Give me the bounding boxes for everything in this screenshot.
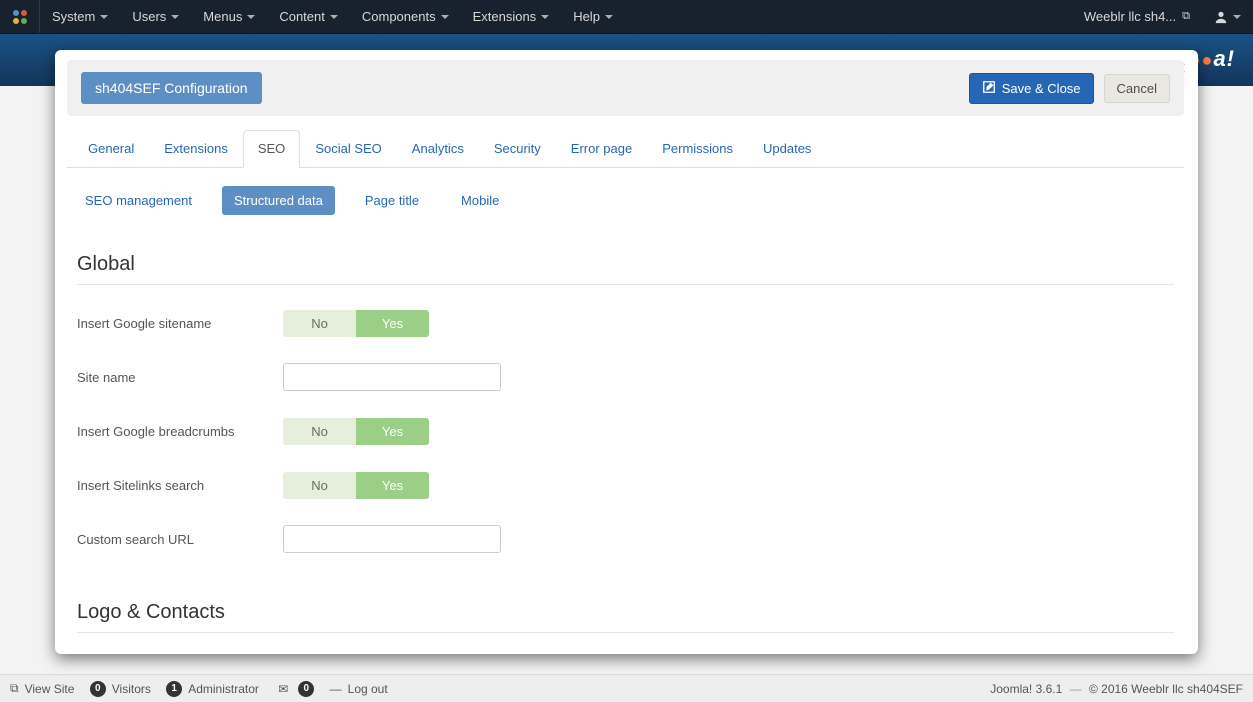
toggle-no[interactable]: No — [283, 472, 356, 499]
admin-count: 1 — [166, 681, 182, 697]
tab-social-seo[interactable]: Social SEO — [300, 130, 396, 168]
field-custom-search-url: Custom search URL — [77, 519, 1174, 559]
input-custom-search-url[interactable] — [283, 525, 501, 553]
input-site-name[interactable] — [283, 363, 501, 391]
site-link-label: Weeblr llc sh4... — [1084, 9, 1176, 24]
joomla-icon[interactable] — [0, 0, 40, 33]
sub-pill-bar: SEO management Structured data Page titl… — [67, 168, 1184, 235]
toggle-no[interactable]: No — [283, 418, 356, 445]
menu-menus[interactable]: Menus — [191, 0, 267, 33]
field-insert-sitename: Insert Google sitename No Yes — [77, 303, 1174, 343]
copyright: © 2016 Weeblr llc sh404SEF — [1089, 682, 1243, 696]
save-close-label: Save & Close — [1002, 81, 1081, 96]
view-site-link[interactable]: View Site — [25, 682, 75, 696]
toggle-insert-sitelinks[interactable]: No Yes — [283, 472, 429, 499]
status-bar: ⧉ View Site 0 Visitors 1 Administrator ✉… — [0, 674, 1253, 702]
config-modal: × sh404SEF Configuration Save & Close Ca… — [55, 50, 1198, 654]
edit-icon — [982, 80, 996, 97]
admin-top-nav: System Users Menus Content Components Ex… — [0, 0, 1253, 34]
joomla-logo-icon — [12, 9, 28, 25]
visitors-count: 0 — [90, 681, 106, 697]
menu-help[interactable]: Help — [561, 0, 625, 33]
main-tab-bar: General Extensions SEO Social SEO Analyt… — [67, 130, 1184, 168]
tab-seo[interactable]: SEO — [243, 130, 300, 168]
joomla-version: Joomla! 3.6.1 — [990, 682, 1062, 696]
separator: — — [1070, 682, 1082, 696]
label-insert-breadcrumbs: Insert Google breadcrumbs — [77, 424, 283, 439]
pill-seo-management[interactable]: SEO management — [73, 186, 204, 215]
tab-analytics[interactable]: Analytics — [397, 130, 479, 168]
tab-error-page[interactable]: Error page — [556, 130, 647, 168]
field-site-name: Site name — [77, 357, 1174, 397]
menu-extensions[interactable]: Extensions — [461, 0, 562, 33]
messages-count: 0 — [298, 681, 314, 697]
tab-security[interactable]: Security — [479, 130, 556, 168]
minus-icon: — — [330, 682, 342, 696]
section-logo-title: Logo & Contacts — [77, 593, 1174, 633]
menu-users[interactable]: Users — [120, 0, 191, 33]
toggle-yes[interactable]: Yes — [356, 418, 429, 445]
section-logo-contacts: Logo & Contacts — [67, 583, 1184, 644]
tab-general[interactable]: General — [73, 130, 149, 168]
tab-permissions[interactable]: Permissions — [647, 130, 748, 168]
external-link-icon: ⧉ — [10, 681, 19, 696]
menu-components[interactable]: Components — [350, 0, 461, 33]
site-link[interactable]: Weeblr llc sh4... ⧉ — [1072, 0, 1202, 33]
logout-link[interactable]: Log out — [348, 682, 388, 696]
toggle-insert-sitename[interactable]: No Yes — [283, 310, 429, 337]
cancel-button[interactable]: Cancel — [1104, 74, 1170, 103]
menu-system[interactable]: System — [40, 0, 120, 33]
menu-content[interactable]: Content — [267, 0, 350, 33]
toggle-yes[interactable]: Yes — [356, 472, 429, 499]
modal-title: sh404SEF Configuration — [81, 72, 262, 104]
field-insert-sitelinks: Insert Sitelinks search No Yes — [77, 465, 1174, 505]
external-link-icon: ⧉ — [1182, 10, 1190, 23]
section-global: Global Insert Google sitename No Yes Sit… — [67, 235, 1184, 583]
visitors-label: Visitors — [112, 682, 151, 696]
envelope-icon: ✉ — [278, 682, 288, 696]
toggle-insert-breadcrumbs[interactable]: No Yes — [283, 418, 429, 445]
save-close-button[interactable]: Save & Close — [969, 73, 1094, 104]
label-insert-sitelinks: Insert Sitelinks search — [77, 478, 283, 493]
tab-extensions[interactable]: Extensions — [149, 130, 243, 168]
toggle-yes[interactable]: Yes — [356, 310, 429, 337]
admin-label: Administrator — [188, 682, 259, 696]
label-site-name: Site name — [77, 370, 283, 385]
tab-updates[interactable]: Updates — [748, 130, 826, 168]
user-menu[interactable] — [1202, 0, 1253, 33]
pill-page-title[interactable]: Page title — [353, 186, 431, 215]
toggle-no[interactable]: No — [283, 310, 356, 337]
section-global-title: Global — [77, 245, 1174, 285]
cancel-label: Cancel — [1117, 81, 1157, 96]
modal-header: sh404SEF Configuration Save & Close Canc… — [67, 60, 1184, 116]
pill-structured-data[interactable]: Structured data — [222, 186, 335, 215]
label-insert-sitename: Insert Google sitename — [77, 316, 283, 331]
field-insert-breadcrumbs: Insert Google breadcrumbs No Yes — [77, 411, 1174, 451]
label-custom-search-url: Custom search URL — [77, 532, 283, 547]
user-icon — [1214, 10, 1228, 24]
pill-mobile[interactable]: Mobile — [449, 186, 511, 215]
